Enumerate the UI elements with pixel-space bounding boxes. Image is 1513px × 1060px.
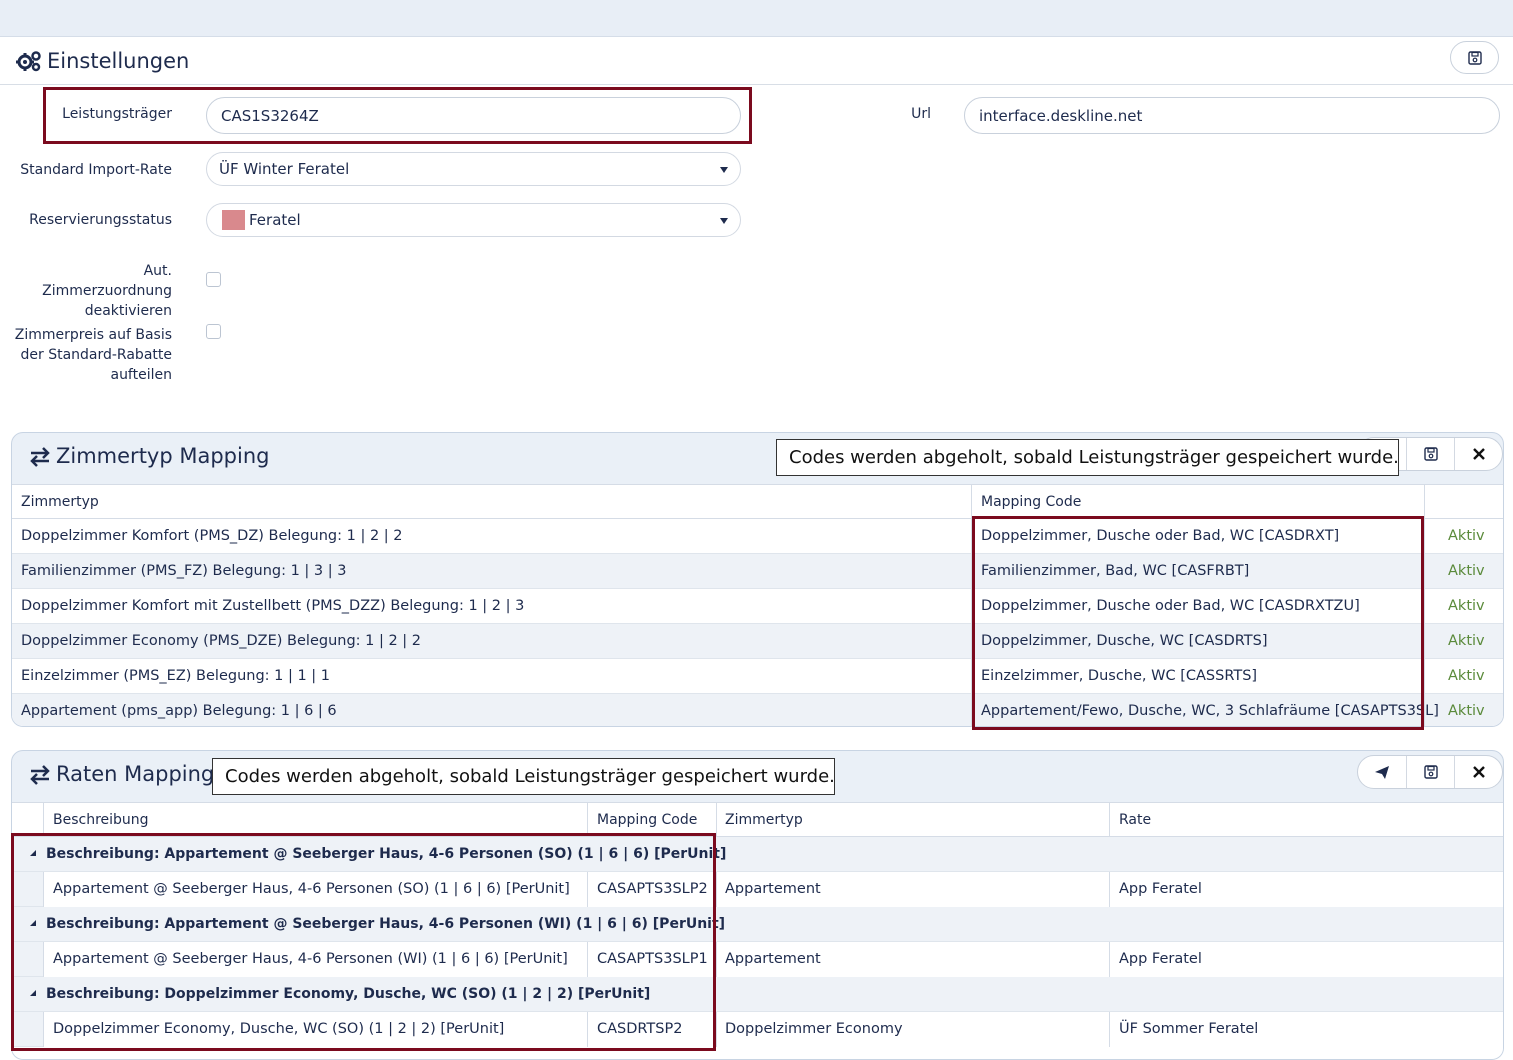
raten-close-button[interactable] [1454,756,1502,788]
import-rate-value: ÜF Winter Feratel [219,160,350,178]
status-cell: Aktiv [1448,528,1485,544]
close-icon [1472,448,1485,460]
raten-panel-title: Raten Mapping [56,762,215,786]
rate-cell: App Feratel [1119,881,1202,897]
zimmertyp-cell: Appartement [725,951,821,967]
auto-assign-label-line1: Aut. Zimmerzuordnung [42,263,172,299]
settings-header: Einstellungen [0,38,1513,85]
exchange-icon [30,447,50,467]
price-split-label-line3: aufteilen [110,367,172,383]
auto-assign-label: Aut. Zimmerzuordnung deaktivieren [10,261,172,321]
zimmertyp-cell: Familienzimmer (PMS_FZ) Belegung: 1 | 3 … [21,563,347,579]
auto-assign-label-line2: deaktivieren [84,303,172,319]
top-bar [0,0,1513,37]
caret-down-icon [720,218,728,224]
zimmertyp-panel-title: Zimmertyp Mapping [56,444,270,468]
col-header-zimmertyp: Zimmertyp [725,812,803,828]
price-split-label-line1: Zimmerpreis auf Basis [14,327,172,343]
close-icon [1472,766,1485,778]
page-title: Einstellungen [47,49,190,73]
status-cell: Aktiv [1448,633,1485,649]
status-select[interactable]: Feratel [206,203,741,237]
status-value: Feratel [249,211,301,229]
import-rate-label: Standard Import-Rate [20,162,172,178]
col-header-rate: Rate [1119,812,1152,828]
url-label: Url [911,106,931,122]
save-icon [1467,50,1482,65]
rate-cell: App Feratel [1119,951,1202,967]
status-cell: Aktiv [1448,668,1485,684]
col-header-zimmertyp: Zimmertyp [21,494,99,510]
save-button[interactable] [1450,41,1499,74]
col-header-beschreibung: Beschreibung [53,812,149,828]
price-split-checkbox[interactable] [206,324,221,339]
rate-cell: ÜF Sommer Feratel [1119,1021,1259,1037]
zimmertyp-cell: Doppelzimmer Komfort (PMS_DZ) Belegung: … [21,528,403,544]
col-header-mapping-code: Mapping Code [981,494,1082,510]
price-split-label-line2: der Standard-Rabatte [20,347,172,363]
col-header-mapping-code: Mapping Code [597,812,698,828]
zimmertyp-cell: Appartement (pms_app) Belegung: 1 | 6 | … [21,703,337,719]
zimmertyp-cell: Doppelzimmer Komfort mit Zustellbett (PM… [21,598,525,614]
zimmertyp-close-button[interactable] [1454,438,1502,470]
raten-button-group [1357,755,1503,789]
status-color-swatch [222,210,245,230]
price-split-label: Zimmerpreis auf Basis der Standard-Rabat… [10,325,172,385]
import-rate-select[interactable]: ÜF Winter Feratel [206,152,741,186]
status-cell: Aktiv [1448,703,1485,719]
zimmertyp-cell: Doppelzimmer Economy (PMS_DZE) Belegung:… [21,633,422,649]
status-cell: Aktiv [1448,563,1485,579]
zimmertyp-tooltip: Codes werden abgeholt, sobald Leistungst… [776,439,1399,476]
status-label: Reservierungsstatus [29,212,172,228]
exchange-icon [30,765,50,785]
raten-save-button[interactable] [1406,756,1454,788]
raten-send-button[interactable] [1358,756,1406,788]
paper-plane-icon [1375,765,1389,779]
url-input[interactable]: interface.deskline.net [964,97,1500,134]
status-cell: Aktiv [1448,598,1485,614]
highlight-box-mapping-codes [972,516,1424,730]
raten-tooltip: Codes werden abgeholt, sobald Leistungst… [212,758,835,795]
zimmertyp-cell: Appartement [725,881,821,897]
zimmertyp-save-button[interactable] [1406,438,1454,470]
save-icon [1423,447,1438,461]
caret-down-icon [720,167,728,173]
highlight-box-rate-descriptions [11,833,716,1051]
highlight-box-leistungstraeger [43,87,752,144]
zimmertyp-cell: Einzelzimmer (PMS_EZ) Belegung: 1 | 1 | … [21,668,331,684]
auto-assign-checkbox[interactable] [206,272,221,287]
save-icon [1423,765,1438,779]
gears-icon [16,51,41,72]
zimmertyp-cell: Doppelzimmer Economy [725,1021,903,1037]
